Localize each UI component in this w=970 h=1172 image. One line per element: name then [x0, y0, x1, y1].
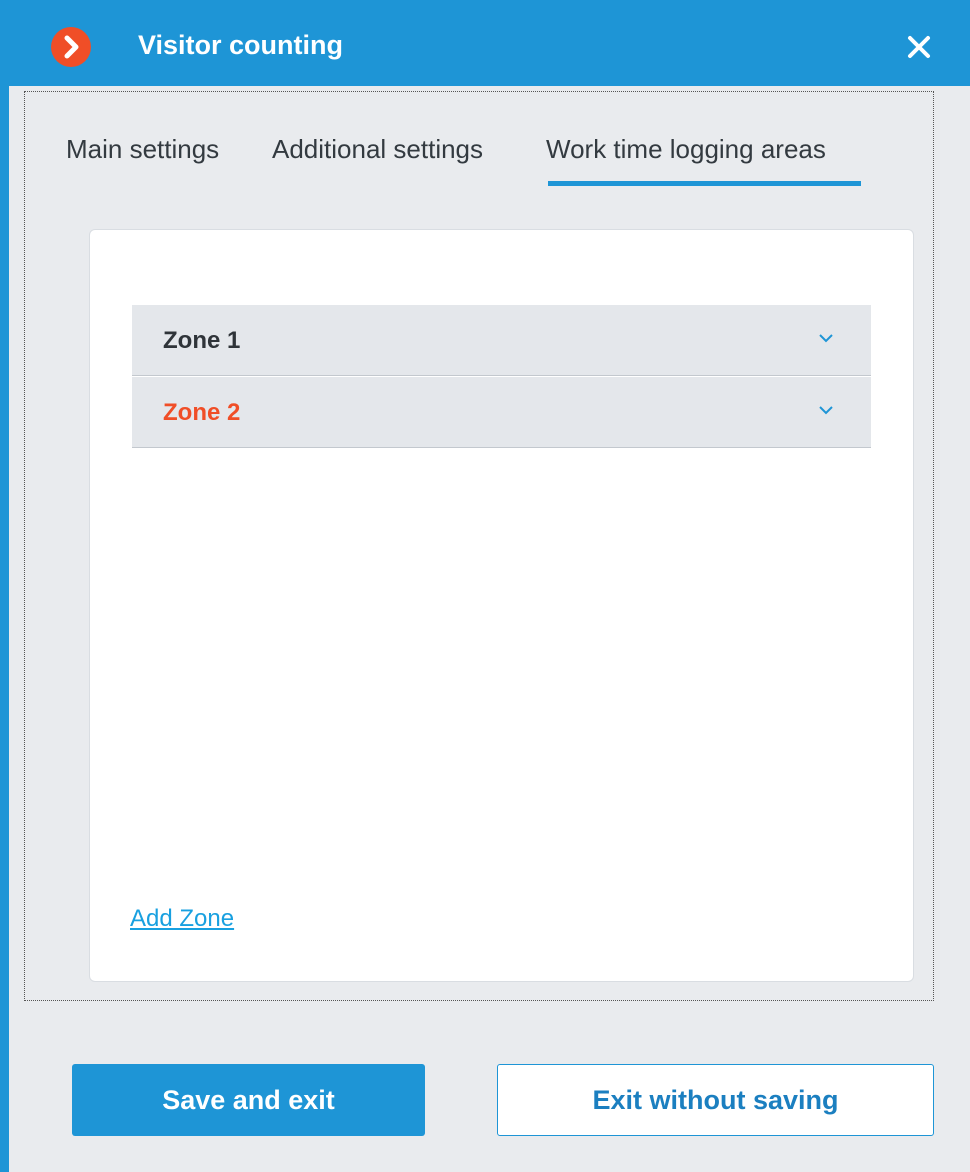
chevron-down-icon[interactable] — [818, 331, 834, 343]
tab-work-time-logging-areas[interactable]: Work time logging areas — [546, 134, 826, 165]
title-bar[interactable]: Visitor counting — [0, 0, 970, 86]
add-zone-link[interactable]: Add Zone — [130, 905, 234, 933]
tab-main-settings[interactable]: Main settings — [66, 134, 219, 165]
save-button-label: Save and exit — [162, 1084, 335, 1115]
app-logo-icon — [51, 27, 91, 67]
exit-without-saving-button[interactable]: Exit without saving — [497, 1064, 934, 1136]
active-tab-indicator — [548, 181, 861, 186]
zone-label: Zone 2 — [163, 399, 241, 426]
zone-item-2[interactable]: Zone 2 — [132, 377, 871, 448]
chevron-down-icon[interactable] — [818, 403, 834, 415]
tab-additional-settings[interactable]: Additional settings — [272, 134, 483, 165]
save-and-exit-button[interactable]: Save and exit — [72, 1064, 425, 1136]
close-icon[interactable] — [904, 32, 934, 62]
zone-item-1[interactable]: Zone 1 — [132, 305, 871, 376]
exit-button-label: Exit without saving — [592, 1084, 839, 1115]
window-title: Visitor counting — [138, 30, 344, 60]
zone-label: Zone 1 — [163, 327, 241, 354]
